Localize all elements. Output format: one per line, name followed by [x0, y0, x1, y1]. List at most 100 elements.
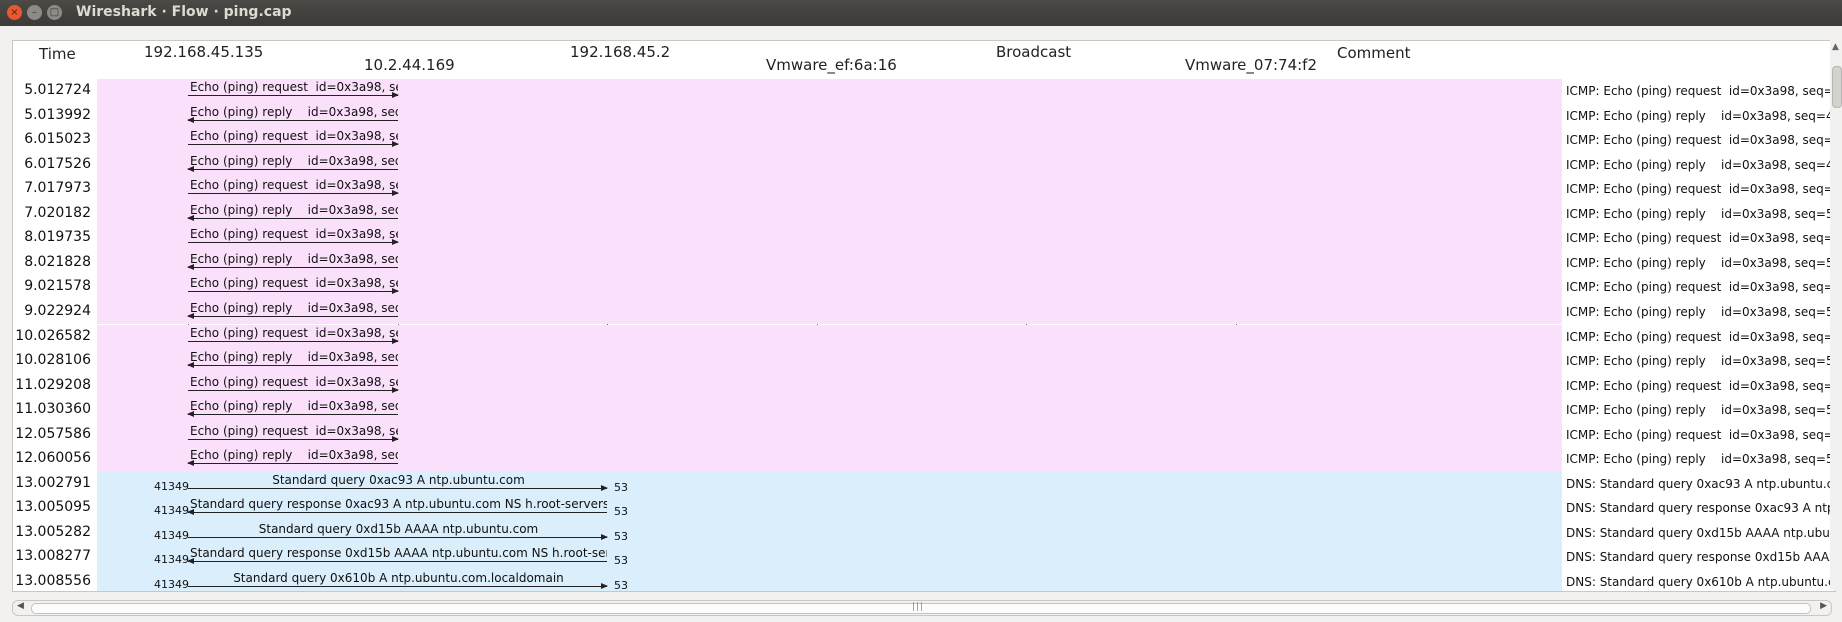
close-window-button[interactable]: ×: [7, 5, 22, 20]
destination-port: 53: [614, 554, 628, 568]
flow-row[interactable]: 6.015023 Echo (ping) request id=0x3a98, s…: [13, 128, 1835, 153]
destination-port: 53: [614, 505, 628, 519]
message-arrow[interactable]: [188, 92, 399, 98]
arrow-label[interactable]: Echo (ping) reply id=0x3a98, seq=54/138.…: [190, 399, 398, 413]
arrow-label[interactable]: Echo (ping) reply id=0x3a98, seq=53/135.…: [190, 350, 398, 364]
row-time: 5.013992: [24, 106, 91, 123]
message-arrow[interactable]: [188, 141, 399, 148]
arrow-label[interactable]: Echo (ping) reply id=0x3a98, seq=52/133.…: [190, 301, 398, 315]
horizontal-scrollbar[interactable]: ◀ ||| ▶: [12, 600, 1832, 616]
message-arrow[interactable]: [188, 386, 399, 393]
scroll-up-icon[interactable]: ▲: [1832, 42, 1839, 52]
row-comment: ICMP: Echo (ping) reply id=0x3a98, seq=4…: [1566, 157, 1832, 172]
arrow-label[interactable]: Echo (ping) reply id=0x3a98, seq=49/125.…: [190, 154, 398, 168]
node-header: Vmware_07:74:f2: [1185, 56, 1318, 74]
flow-row[interactable]: 8.021828 Echo (ping) reply id=0x3a98, seq…: [13, 250, 1835, 276]
source-port: 41349: [154, 553, 189, 567]
scroll-right-icon[interactable]: ▶: [1820, 601, 1827, 611]
message-arrow[interactable]: [188, 190, 399, 197]
arrow-label[interactable]: Echo (ping) request id=0x3a98, seq=55/14…: [190, 424, 398, 438]
row-time: 11.030360: [15, 401, 91, 418]
flow-row[interactable]: 5.013992 Echo (ping) reply id=0x3a98, seq…: [13, 103, 1835, 129]
message-arrow[interactable]: [188, 435, 399, 442]
horizontal-scroll-thumb[interactable]: |||: [31, 602, 1811, 614]
row-comment: ICMP: Echo (ping) request id=0x3a98, seq…: [1566, 182, 1832, 197]
node-header: 10.2.44.169: [364, 56, 455, 74]
row-time: 13.005095: [15, 499, 91, 516]
arrow-label[interactable]: Echo (ping) request id=0x3a98, seq=52/13…: [190, 276, 398, 290]
destination-port: 53: [614, 529, 628, 543]
message-arrow[interactable]: [187, 165, 398, 172]
flow-row[interactable]: 13.005095 Standard query response 0xac93 …: [13, 496, 1835, 521]
flow-rows: 5.012724 Echo (ping) request id=0x3a98, s…: [13, 79, 1835, 591]
arrow-label[interactable]: Standard query 0xd15b AAAA ntp.ubuntu.co…: [190, 522, 607, 536]
message-arrow[interactable]: [187, 312, 398, 319]
row-comment: ICMP: Echo (ping) reply id=0x3a98, seq=5…: [1566, 354, 1832, 369]
source-port: 41349: [154, 504, 189, 518]
message-arrow[interactable]: [187, 263, 398, 270]
message-arrow[interactable]: [188, 533, 608, 540]
message-arrow[interactable]: [187, 558, 607, 565]
flow-row[interactable]: 7.020182 Echo (ping) reply id=0x3a98, seq…: [13, 201, 1835, 227]
row-time: 13.008277: [15, 548, 91, 565]
row-time: 5.012724: [24, 82, 91, 98]
flow-row[interactable]: 10.028106 Echo (ping) reply id=0x3a98, se…: [13, 349, 1835, 374]
flow-row[interactable]: 11.029208 Echo (ping) request id=0x3a98, …: [13, 373, 1835, 399]
flow-row[interactable]: 13.008556 Standard query 0x610b A ntp.ubu…: [13, 570, 1835, 591]
node-header: Broadcast: [996, 43, 1072, 61]
arrow-label[interactable]: Standard query response 0xd15b AAAA ntp.…: [190, 546, 607, 560]
arrow-label[interactable]: Echo (ping) reply id=0x3a98, seq=55/140.…: [190, 448, 398, 462]
arrow-label[interactable]: Echo (ping) request id=0x3a98, seq=49/12…: [190, 129, 398, 143]
flow-row[interactable]: 12.057586 Echo (ping) request id=0x3a98, …: [13, 422, 1835, 448]
message-arrow[interactable]: [187, 214, 398, 221]
arrow-label[interactable]: Echo (ping) reply id=0x3a98, seq=48/122.…: [190, 105, 398, 119]
scroll-left-icon[interactable]: ◀: [17, 601, 24, 611]
arrow-label[interactable]: Echo (ping) reply id=0x3a98, seq=50/128.…: [190, 203, 398, 217]
arrow-label[interactable]: Standard query response 0xac93 A ntp.ubu…: [190, 497, 607, 511]
message-arrow[interactable]: [188, 337, 399, 344]
message-arrow[interactable]: [187, 460, 398, 467]
row-comment: DNS: Standard query 0xd15b AAAA ntp.ubun…: [1566, 525, 1832, 540]
row-comment: ICMP: Echo (ping) request id=0x3a98, seq…: [1566, 280, 1832, 295]
flow-row[interactable]: 12.060056 Echo (ping) reply id=0x3a98, se…: [13, 447, 1835, 472]
arrow-label[interactable]: Echo (ping) request id=0x3a98, seq=54/13…: [190, 375, 398, 389]
arrow-label[interactable]: Echo (ping) request id=0x3a98, seq=53/13…: [190, 326, 398, 340]
vertical-scrollbar[interactable]: ▲: [1830, 40, 1842, 590]
flow-graph-panel[interactable]: Time 192.168.45.135 10.2.44.169 192.168.45…: [12, 40, 1836, 592]
flow-row[interactable]: 10.026582 Echo (ping) request id=0x3a98, …: [13, 324, 1835, 349]
flow-row[interactable]: 5.012724 Echo (ping) request id=0x3a98, s…: [13, 79, 1835, 104]
flow-row[interactable]: 13.005282 Standard query 0xd15b AAAA ntp.…: [13, 520, 1835, 546]
arrow-label[interactable]: Echo (ping) request id=0x3a98, seq=48/12…: [190, 80, 398, 94]
message-arrow[interactable]: [187, 411, 398, 418]
row-comment: ICMP: Echo (ping) request id=0x3a98, seq…: [1566, 427, 1832, 442]
row-time: 9.022924: [24, 302, 91, 319]
message-arrow[interactable]: [187, 116, 398, 123]
flow-row[interactable]: 9.022924 Echo (ping) reply id=0x3a98, seq…: [13, 299, 1835, 325]
arrow-label[interactable]: Echo (ping) reply id=0x3a98, seq=51/130.…: [190, 252, 398, 266]
row-comment: ICMP: Echo (ping) reply id=0x3a98, seq=5…: [1566, 206, 1832, 221]
row-time: 11.029208: [15, 376, 91, 393]
row-time: 6.017526: [24, 155, 91, 172]
arrow-label[interactable]: Echo (ping) request id=0x3a98, seq=50/12…: [190, 178, 398, 192]
row-time: 13.002791: [15, 474, 91, 491]
flow-row[interactable]: 8.019735 Echo (ping) request id=0x3a98, s…: [13, 226, 1835, 251]
message-arrow[interactable]: [188, 583, 608, 589]
arrow-label[interactable]: Standard query 0xac93 A ntp.ubuntu.com: [190, 473, 607, 487]
message-arrow[interactable]: [187, 509, 607, 516]
minimize-window-button[interactable]: –: [27, 5, 42, 20]
maximize-window-button[interactable]: □: [47, 5, 62, 20]
vertical-scroll-thumb[interactable]: [1832, 66, 1842, 108]
arrow-label[interactable]: Standard query 0x610b A ntp.ubuntu.com.l…: [190, 571, 607, 585]
flow-row[interactable]: 6.017526 Echo (ping) reply id=0x3a98, seq…: [13, 152, 1835, 178]
flow-row[interactable]: 13.002791 Standard query 0xac93 A ntp.ubu…: [13, 471, 1835, 497]
message-arrow[interactable]: [187, 362, 398, 369]
flow-row[interactable]: 9.021578 Echo (ping) request id=0x3a98, s…: [13, 275, 1835, 300]
flow-row[interactable]: 13.008277 Standard query response 0xd15b …: [13, 545, 1835, 570]
flow-row[interactable]: 7.017973 Echo (ping) request id=0x3a98, s…: [13, 177, 1835, 202]
message-arrow[interactable]: [188, 484, 608, 491]
message-arrow[interactable]: [188, 239, 399, 246]
row-time: 10.026582: [15, 327, 91, 344]
arrow-label[interactable]: Echo (ping) request id=0x3a98, seq=51/13…: [190, 227, 398, 241]
flow-row[interactable]: 11.030360 Echo (ping) reply id=0x3a98, se…: [13, 398, 1835, 423]
message-arrow[interactable]: [188, 288, 399, 295]
